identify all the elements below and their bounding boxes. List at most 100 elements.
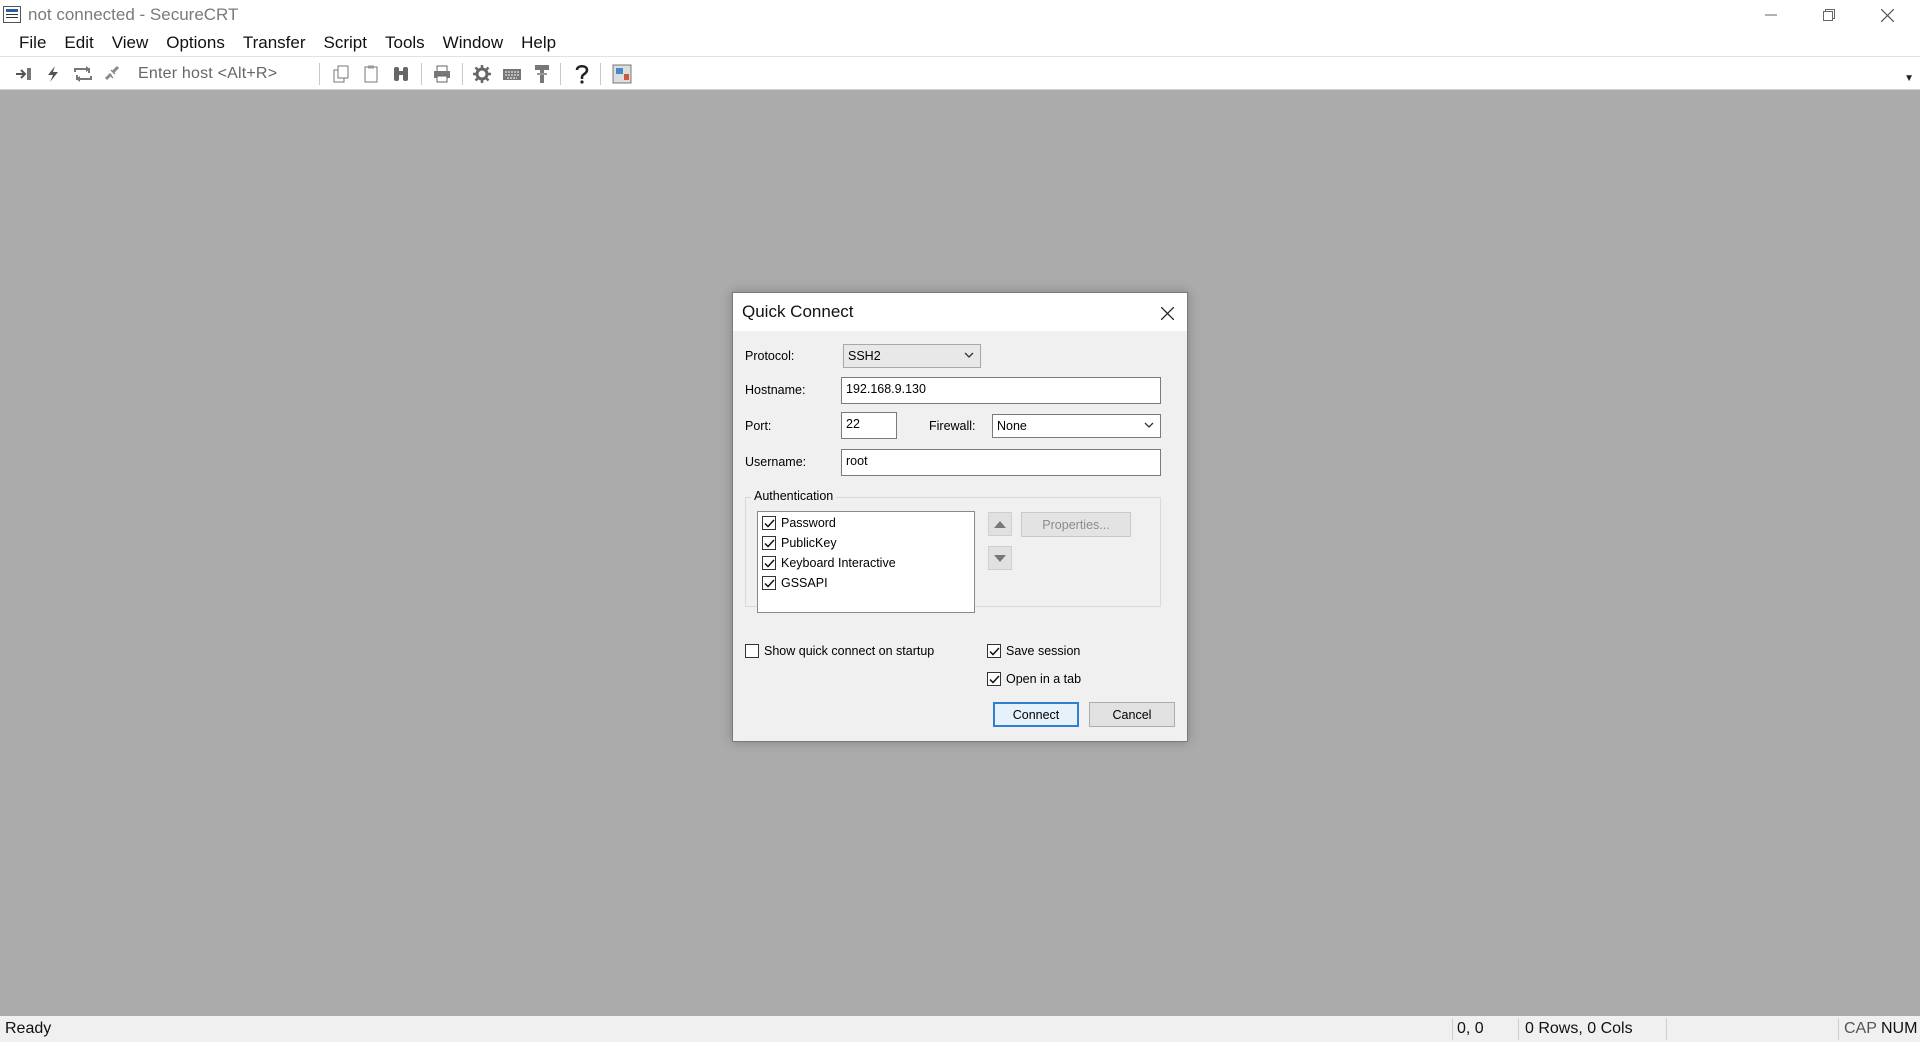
auth-method-gssapi[interactable]: GSSAPI: [762, 574, 828, 592]
hostname-label: Hostname:: [745, 383, 806, 397]
open-in-tab-label: Open in a tab: [1006, 672, 1082, 686]
cancel-button[interactable]: Cancel: [1089, 702, 1175, 727]
menu-script[interactable]: Script: [315, 30, 376, 56]
toolbar-overflow-icon[interactable]: ▼: [1904, 73, 1914, 84]
session-options-icon[interactable]: [471, 64, 493, 84]
menu-help[interactable]: Help: [512, 30, 565, 56]
firewall-value: None: [997, 419, 1027, 433]
checkbox[interactable]: [762, 576, 776, 590]
checkbox[interactable]: [762, 516, 776, 530]
move-up-button[interactable]: [988, 512, 1012, 536]
list-item-label: GSSAPI: [781, 576, 828, 590]
menu-options[interactable]: Options: [157, 30, 234, 56]
toolbar: Enter host <Alt+R> ▼: [0, 56, 1920, 90]
authentication-group-label: Authentication: [751, 489, 837, 503]
quick-connect-dialog: Quick Connect Protocol: SSH2 Hostname: 1…: [732, 292, 1188, 742]
protocol-value: SSH2: [848, 349, 881, 363]
menu-window[interactable]: Window: [434, 30, 512, 56]
disconnect-icon[interactable]: [101, 64, 123, 84]
print-icon[interactable]: [431, 64, 453, 84]
copy-icon[interactable]: [330, 64, 352, 84]
restore-icon: [1823, 9, 1835, 21]
auth-method-publickey[interactable]: PublicKey: [762, 534, 837, 552]
screen-icon[interactable]: [611, 64, 633, 84]
menu-edit[interactable]: Edit: [55, 30, 102, 56]
cursor-position: 0, 0: [1457, 1020, 1484, 1037]
close-icon: [1160, 306, 1174, 320]
port-label: Port:: [745, 419, 772, 433]
move-down-button[interactable]: [988, 546, 1012, 570]
help-icon[interactable]: [571, 64, 593, 84]
checkbox[interactable]: [987, 644, 1001, 658]
chevron-down-icon: [1144, 422, 1154, 428]
auth-methods-list[interactable]: Password PublicKey Keyboard Interactive …: [757, 511, 975, 613]
username-input[interactable]: root: [841, 449, 1161, 476]
dialog-title-bar: Quick Connect: [733, 293, 1187, 331]
menu-transfer[interactable]: Transfer: [234, 30, 315, 56]
toolbar-separator: [600, 63, 601, 85]
terminal-size: 0 Rows, 0 Cols: [1525, 1020, 1633, 1037]
securecrt-app-icon[interactable]: [3, 6, 21, 23]
triangle-up-icon: [994, 520, 1006, 528]
status-divider: [1666, 1018, 1667, 1040]
list-item-label: PublicKey: [781, 536, 837, 550]
sftp-icon[interactable]: [531, 64, 553, 84]
checkmark-icon: [763, 578, 775, 588]
menu-file[interactable]: File: [10, 30, 55, 56]
firewall-label: Firewall:: [929, 419, 976, 433]
list-item-label: Keyboard Interactive: [781, 556, 896, 570]
firewall-select[interactable]: None: [992, 414, 1161, 438]
toolbar-separator: [319, 63, 320, 85]
checkmark-icon: [988, 674, 1000, 684]
reconnect-icon[interactable]: [72, 64, 94, 84]
quick-connect-icon[interactable]: [42, 64, 64, 84]
status-bar: Ready 0, 0 0 Rows, 0 Cols CAP NUM: [0, 1016, 1920, 1042]
checkmark-icon: [763, 538, 775, 548]
window-title: not connected - SecureCRT: [28, 5, 239, 24]
toolbar-separator: [421, 63, 422, 85]
title-bar: not connected - SecureCRT: [0, 0, 1920, 30]
auth-method-keyboard-interactive[interactable]: Keyboard Interactive: [762, 554, 896, 572]
restore-button[interactable]: [1800, 0, 1858, 30]
keymap-icon[interactable]: [501, 64, 523, 84]
username-label: Username:: [745, 455, 807, 469]
checkbox[interactable]: [762, 536, 776, 550]
menu-bar: File Edit View Options Transfer Script T…: [0, 30, 1920, 56]
status-divider: [1452, 1018, 1453, 1040]
dialog-title: Quick Connect: [742, 302, 854, 321]
toolbar-separator: [560, 63, 561, 85]
find-icon[interactable]: [390, 64, 412, 84]
toolbar-separator: [462, 63, 463, 85]
auth-method-password[interactable]: Password: [762, 514, 836, 532]
close-window-button[interactable]: [1858, 0, 1916, 30]
close-icon: [1880, 8, 1894, 22]
dialog-close-button[interactable]: [1155, 301, 1179, 325]
checkbox[interactable]: [745, 644, 759, 658]
minimize-button[interactable]: [1742, 0, 1800, 30]
protocol-select[interactable]: SSH2: [843, 344, 981, 368]
properties-button[interactable]: Properties...: [1021, 512, 1131, 537]
caps-lock-indicator: CAP: [1844, 1020, 1877, 1037]
chevron-down-icon: [964, 352, 974, 358]
menu-tools[interactable]: Tools: [376, 30, 434, 56]
status-divider: [1518, 1018, 1519, 1040]
status-divider: [1838, 1018, 1839, 1040]
connect-button[interactable]: Connect: [993, 702, 1079, 727]
num-lock-indicator: NUM: [1881, 1020, 1918, 1037]
minimize-icon: [1765, 14, 1777, 16]
host-input[interactable]: Enter host <Alt+R>: [138, 65, 277, 83]
checkbox[interactable]: [987, 672, 1001, 686]
port-input[interactable]: 22: [841, 412, 897, 439]
save-session-checkbox[interactable]: Save session: [987, 644, 1080, 658]
paste-icon[interactable]: [360, 64, 382, 84]
show-on-startup-checkbox[interactable]: Show quick connect on startup: [745, 644, 934, 658]
connect-icon[interactable]: [12, 64, 34, 84]
triangle-down-icon: [994, 554, 1006, 562]
save-session-label: Save session: [1006, 644, 1081, 658]
list-item-label: Password: [781, 516, 836, 530]
hostname-input[interactable]: 192.168.9.130: [841, 377, 1161, 404]
menu-view[interactable]: View: [103, 30, 158, 56]
protocol-label: Protocol:: [745, 349, 795, 363]
open-in-tab-checkbox[interactable]: Open in a tab: [987, 672, 1081, 686]
checkbox[interactable]: [762, 556, 776, 570]
